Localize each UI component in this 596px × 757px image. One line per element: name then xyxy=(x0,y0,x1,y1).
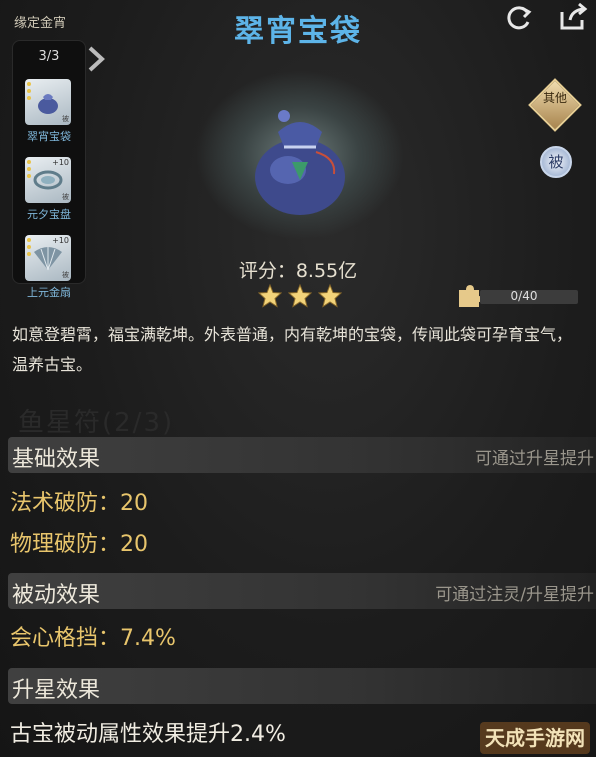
star-icon xyxy=(318,284,342,308)
set-item-treasure-bag[interactable]: 被 翠宵宝袋 xyxy=(13,79,85,151)
upgrade-effect-title: 升星效果 xyxy=(12,678,101,703)
puzzle-piece-icon xyxy=(456,284,482,308)
passive-badge[interactable]: 被 xyxy=(540,146,572,178)
set-item-label: 元夕宝盘 xyxy=(27,208,71,221)
set-item-label: 翠宵宝袋 xyxy=(27,130,71,143)
site-watermark-logo: 天成手游网 xyxy=(480,722,590,754)
basic-effect-header: 基础效果 可通过升星提升 xyxy=(8,437,596,473)
stat-critical-block: 会心格挡：7.4% xyxy=(10,626,176,651)
upgrade-effect-text: 古宝被动属性效果提升2.4% xyxy=(10,722,286,747)
set-item-level: +10 xyxy=(52,236,69,245)
star-icon xyxy=(258,284,282,308)
star-rating xyxy=(258,284,342,308)
set-item-treasure-plate[interactable]: +10 被 元夕宝盘 xyxy=(13,157,85,229)
passive-effect-header: 被动效果 可通过注灵/升星提升 xyxy=(8,573,596,609)
stat-physical-penetration: 物理破防：20 xyxy=(10,532,148,557)
basic-effect-hint: 可通过升星提升 xyxy=(475,449,594,469)
set-item-level: +10 xyxy=(52,158,69,167)
upgrade-effect-header: 升星效果 xyxy=(8,668,596,704)
treasure-bag-icon: 被 xyxy=(25,79,71,125)
stat-spell-penetration: 法术破防：20 xyxy=(10,491,148,516)
passive-effect-hint: 可通过注灵/升星提升 xyxy=(435,585,594,605)
set-item-tag: 被 xyxy=(62,193,69,201)
set-count: 3/3 xyxy=(38,49,60,64)
set-item-label: 上元金扇 xyxy=(27,286,71,299)
set-panel: 3/3 被 翠宵宝袋 +10 被 元夕宝盘 +10 被 上元金扇 xyxy=(12,40,86,299)
item-description: 如意登碧霄，福宝满乾坤。外表普通，内有乾坤的宝袋，传闻此袋可孕育宝气，温养古宝。 xyxy=(12,325,573,374)
fragment-progress-text: 0/40 xyxy=(510,289,538,303)
refresh-icon[interactable] xyxy=(503,4,533,34)
set-item-tag: 被 xyxy=(62,115,69,123)
background-watermark-text: 鱼星符(2/3) xyxy=(18,408,175,438)
treasure-bag-image xyxy=(240,92,360,222)
other-badge-label[interactable]: 其他 xyxy=(536,86,574,124)
treasure-plate-icon: +10 被 xyxy=(25,157,71,203)
score-text: 评分：8.55亿 xyxy=(238,260,358,282)
share-icon[interactable] xyxy=(558,2,588,32)
passive-effect-title: 被动效果 xyxy=(12,583,101,608)
basic-effect-title: 基础效果 xyxy=(12,447,101,472)
star-icon xyxy=(288,284,312,308)
